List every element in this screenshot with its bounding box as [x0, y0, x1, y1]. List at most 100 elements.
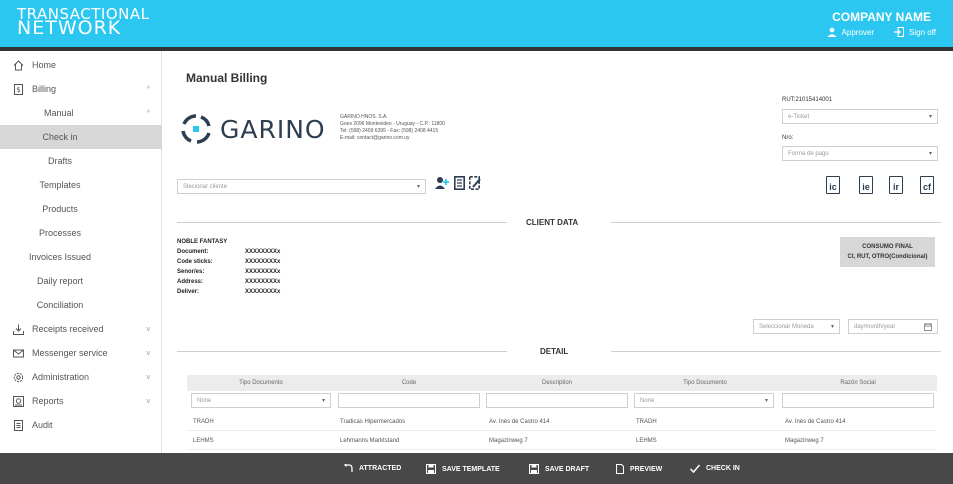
client-data-title: CLIENT DATA [526, 218, 579, 227]
column-header[interactable]: Description [483, 380, 631, 386]
sidebar-item-audit[interactable]: Audit [0, 413, 162, 437]
main-content: Manual Billing GARINO GARINO HNOS. S.A. … [163, 51, 953, 453]
sidebar-item-daily-report[interactable]: Daily report [0, 269, 162, 293]
filter-input[interactable] [338, 393, 480, 408]
client-field: Document: XXXXXXXXx [177, 247, 280, 257]
column-header[interactable]: Tipo Documento [631, 380, 779, 386]
doc-ie-button[interactable]: ie [859, 176, 873, 194]
sidebar-item-conciliation[interactable]: Conciliation [0, 293, 162, 317]
sidebar-item-home[interactable]: Home [0, 53, 162, 77]
doc-ic-button[interactable]: ic [826, 176, 840, 194]
detail-title: DETAIL [540, 347, 569, 356]
table-cell: TRADH [193, 419, 214, 425]
signoff-button[interactable]: Sign off [894, 27, 936, 37]
sidebar-item-label: Check in [42, 132, 78, 142]
field-value: XXXXXXXXx [245, 249, 281, 255]
billing-icon: $ [14, 83, 23, 95]
chevron-down-icon: ▾ [830, 324, 834, 330]
currency-select[interactable]: Seleccionar Moneda ▾ [753, 319, 840, 334]
table-row[interactable]: LEHMS Lehmanns Marktstand Magazinweg 7 L… [187, 432, 937, 450]
column-header[interactable]: Tipo Documento [187, 380, 335, 386]
column-header[interactable]: Razón Social [779, 380, 937, 386]
sidebar-item-products[interactable]: Products [0, 197, 162, 221]
doc-cf-button[interactable]: cf [920, 176, 934, 194]
client-select[interactable]: Slecionar cliente ▾ [177, 179, 426, 194]
sidebar-item-label: Receipts received [32, 324, 104, 334]
select-value: None [197, 397, 212, 404]
column-header[interactable]: Code [335, 380, 483, 386]
sidebar-item-billing[interactable]: $ Billing ^ [0, 77, 162, 101]
nro-label: Nro: [782, 135, 794, 141]
sidebar-item-drafts[interactable]: Drafts [0, 149, 162, 173]
field-value: XXXXXXXXx [245, 279, 281, 285]
save-icon [426, 464, 436, 474]
table-cell: Tradicas Hipermercados [340, 419, 406, 425]
sidebar-item-administration[interactable]: Administration v [0, 365, 162, 389]
section-divider [611, 351, 941, 352]
save-template-button[interactable]: SAVE TEMPLATE [426, 464, 500, 474]
sidebar: Home $ Billing ^ Manual ^ Check in Draft… [0, 51, 162, 453]
audit-icon [14, 419, 23, 431]
select-value: Seleccionar Moneda [759, 323, 814, 330]
attracted-label: ATTRACTED [359, 465, 402, 472]
preview-button[interactable]: PREVIEW [616, 464, 662, 474]
sidebar-item-invoices-issued[interactable]: Invoices Issued [0, 245, 162, 269]
sidebar-item-receipts-received[interactable]: Receipts received v [0, 317, 162, 341]
add-user-icon[interactable] [435, 176, 450, 190]
sidebar-item-manual[interactable]: Manual ^ [0, 101, 162, 125]
chevron-down-icon: ▾ [928, 114, 932, 120]
table-cell: Lehmanns Marktstand [340, 438, 400, 444]
ticket-type-select[interactable]: e-Ticket ▾ [782, 109, 938, 124]
sidebar-item-processes[interactable]: Processes [0, 221, 162, 245]
check-in-button[interactable]: CHECK IN [690, 464, 740, 473]
client-field: Code sticks: XXXXXXXXx [177, 257, 280, 267]
sidebar-item-messenger-service[interactable]: Messenger service v [0, 341, 162, 365]
logo-text: GARINO [220, 114, 326, 144]
chevron-down-icon: v [146, 397, 151, 405]
table-cell: Magazinweg 7 [785, 438, 824, 444]
sidebar-item-label: Processes [38, 228, 82, 238]
consumo-final-button[interactable]: CONSUMO FINAL CI, RUT, OTRO(Condicional) [840, 237, 935, 267]
sidebar-item-label: Daily report [36, 276, 83, 286]
sidebar-item-label: Products [42, 204, 78, 214]
doc-ir-button[interactable]: ir [889, 176, 903, 194]
field-key: Address: [177, 279, 204, 285]
document-icon[interactable] [454, 176, 465, 190]
top-bar: TRANSACTIONAL NETWORK COMPANY NAME Appro… [0, 0, 953, 47]
table-header: Tipo Documento Code Description Tipo Doc… [187, 375, 937, 391]
table-cell: LEHMS [636, 438, 657, 444]
table-cell: Av. Inés de Castro 414 [785, 419, 846, 425]
chevron-down-icon: ▾ [764, 398, 768, 404]
filter-select[interactable]: None ▾ [634, 393, 774, 408]
company-info: GARINO HNOS. S.A. Goes 2096 Montevideo -… [340, 114, 445, 142]
report-icon [13, 395, 24, 407]
filter-input[interactable] [486, 393, 628, 408]
date-input[interactable]: day/month/year [848, 319, 938, 334]
company-logo: GARINO [180, 113, 326, 145]
save-draft-label: SAVE DRAFT [545, 465, 590, 473]
table-row[interactable]: TRADH Tradicas Hipermercados Av. Inés de… [187, 413, 937, 431]
payment-method-select[interactable]: Forma de pago ▾ [782, 146, 938, 161]
edit-document-icon[interactable] [469, 176, 482, 190]
field-value: XXXXXXXXx [245, 259, 281, 265]
section-divider [177, 351, 507, 352]
client-name: NOBLE FANTASY [177, 239, 228, 245]
sidebar-item-check-in[interactable]: Check in [0, 125, 162, 149]
sidebar-item-reports[interactable]: Reports v [0, 389, 162, 413]
calendar-icon[interactable] [924, 322, 932, 331]
filter-input[interactable] [782, 393, 934, 408]
sidebar-item-label: Home [32, 60, 57, 70]
client-tools [435, 176, 482, 190]
select-value: e-Ticket [788, 113, 810, 120]
svg-text:$: $ [16, 86, 20, 94]
field-key: Senor/es: [177, 269, 205, 275]
approver-button[interactable]: Approver [827, 27, 874, 37]
client-field: Address: XXXXXXXXx [177, 277, 280, 287]
attracted-button[interactable]: ATTRACTED [344, 464, 401, 473]
table-cell: TRADH [636, 419, 657, 425]
brand-logo[interactable]: TRANSACTIONAL NETWORK [17, 7, 149, 39]
save-draft-button[interactable]: SAVE DRAFT [529, 464, 589, 474]
filter-select[interactable]: None ▾ [191, 393, 331, 408]
brand-line-2: NETWORK [17, 17, 122, 39]
sidebar-item-templates[interactable]: Templates [0, 173, 162, 197]
